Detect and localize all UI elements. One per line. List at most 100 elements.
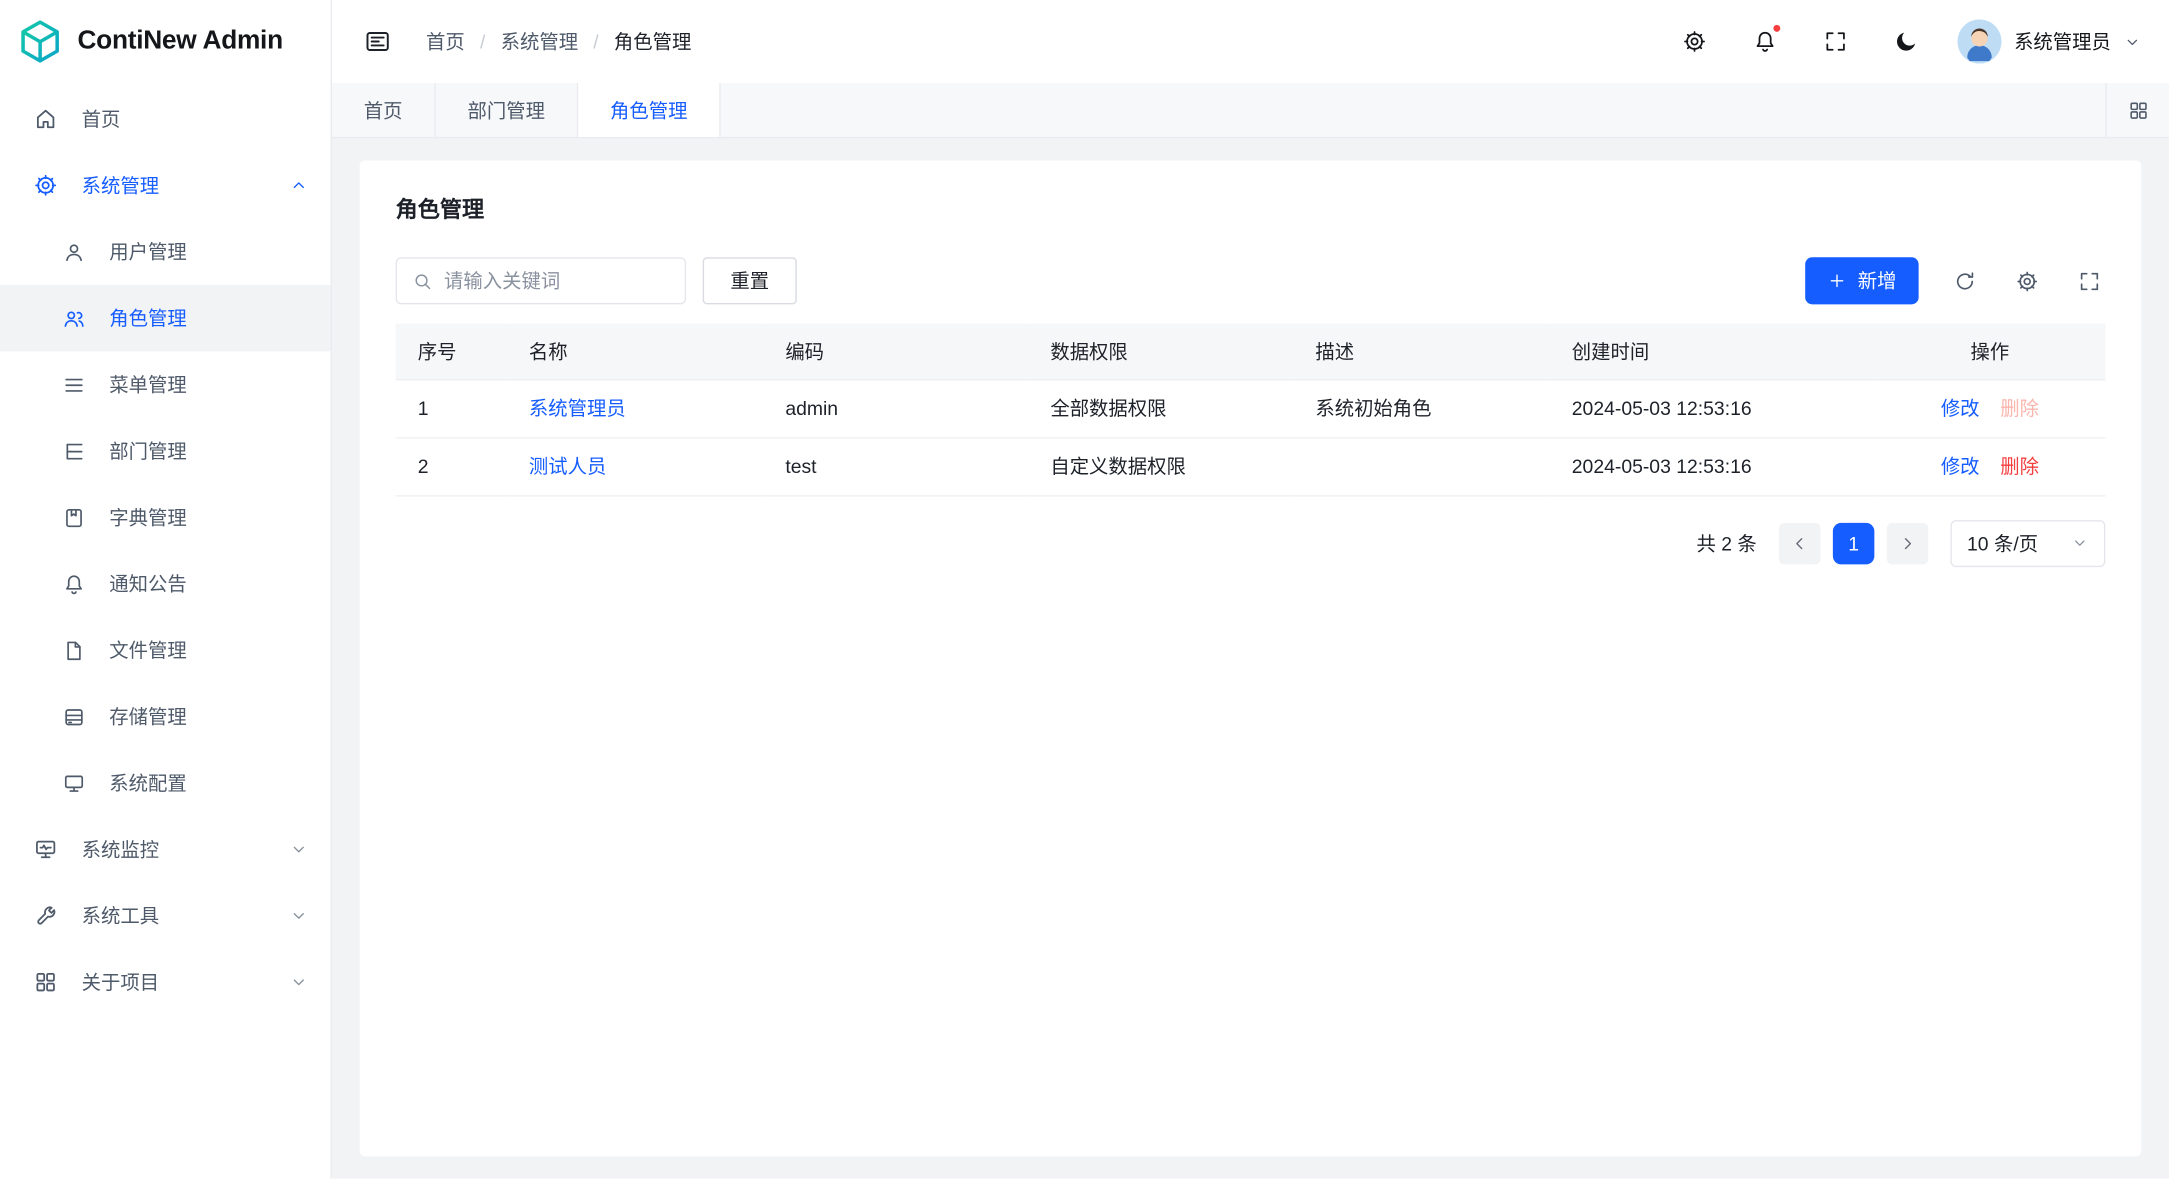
table-fullscreen-button[interactable]	[2072, 264, 2105, 297]
pagination-page-1[interactable]: 1	[1833, 522, 1874, 563]
settings-button[interactable]	[1675, 22, 1714, 61]
user-name: 系统管理员	[2014, 28, 2111, 56]
chevron-right-icon	[1898, 533, 1917, 552]
search-input[interactable]	[444, 270, 669, 292]
sidebar-section-label: 系统工具	[82, 902, 159, 930]
sidebar: ContiNew Admin 首页 系统管理 用户管理 角色管理	[0, 0, 332, 1179]
column-header-data-scope: 数据权限	[1028, 324, 1293, 379]
sidebar-item-user-management[interactable]: 用户管理	[0, 219, 331, 285]
moon-icon	[1894, 29, 1919, 54]
refresh-icon	[1953, 269, 1977, 293]
sidebar-collapse-button[interactable]	[354, 18, 401, 65]
tab-label: 首页	[364, 96, 403, 124]
edit-link[interactable]: 修改	[1941, 397, 1980, 419]
sidebar-item-label: 部门管理	[109, 437, 186, 465]
cell-code: admin	[763, 379, 1028, 437]
fullscreen-button[interactable]	[1816, 22, 1855, 61]
cell-index: 2	[396, 437, 507, 495]
reset-button[interactable]: 重置	[703, 257, 797, 304]
page-size-value: 10 条/页	[1967, 529, 2038, 557]
cell-created-time: 2024-05-03 12:53:16	[1550, 379, 1875, 437]
column-header-description: 描述	[1293, 324, 1549, 379]
sidebar-item-storage-management[interactable]: 存储管理	[0, 683, 331, 749]
delete-link-disabled: 删除	[2000, 397, 2039, 419]
tab-bar: 首页 部门管理 角色管理	[332, 83, 2169, 138]
cell-code: test	[763, 437, 1028, 495]
add-button[interactable]: 新增	[1805, 257, 1918, 304]
sidebar-section-system-management[interactable]: 系统管理	[0, 152, 331, 218]
pagination-prev-button[interactable]	[1779, 522, 1820, 563]
avatar	[1957, 19, 2001, 63]
sidebar-item-department-management[interactable]: 部门管理	[0, 418, 331, 484]
sidebar-item-role-management[interactable]: 角色管理	[0, 285, 331, 351]
grid-icon	[33, 970, 58, 995]
fullscreen-icon	[2077, 269, 2101, 293]
fullscreen-icon	[1823, 29, 1848, 54]
sidebar-section-system-monitor[interactable]: 系统监控	[0, 816, 331, 882]
wrench-icon	[33, 903, 58, 928]
notifications-button[interactable]	[1746, 22, 1785, 61]
gear-icon	[33, 173, 58, 198]
sidebar-section-system-tools[interactable]: 系统工具	[0, 883, 331, 949]
table-settings-button[interactable]	[2010, 264, 2043, 297]
role-name-link[interactable]: 系统管理员	[529, 397, 626, 419]
sidebar-item-dictionary-management[interactable]: 字典管理	[0, 484, 331, 550]
list-icon	[62, 373, 86, 397]
chevron-down-icon	[2123, 33, 2141, 51]
delete-link[interactable]: 删除	[2000, 455, 2039, 477]
breadcrumb-item-role: 角色管理	[614, 28, 691, 56]
theme-toggle-button[interactable]	[1887, 22, 1926, 61]
sidebar-item-label: 存储管理	[109, 703, 186, 731]
sidebar-item-label: 通知公告	[109, 570, 186, 598]
table-toolbar: 重置 新增	[396, 257, 2106, 304]
breadcrumb-item-system[interactable]: 系统管理	[501, 28, 578, 56]
tab-label: 部门管理	[468, 96, 545, 124]
sidebar-item-notice[interactable]: 通知公告	[0, 551, 331, 617]
sidebar-section-about-project[interactable]: 关于项目	[0, 949, 331, 1015]
pagination-next-button[interactable]	[1887, 522, 1928, 563]
grid-icon	[2127, 99, 2149, 121]
tabs-menu-button[interactable]	[2105, 83, 2169, 137]
sidebar-item-label: 首页	[82, 105, 121, 133]
sidebar-item-label: 字典管理	[109, 504, 186, 532]
sidebar-item-menu-management[interactable]: 菜单管理	[0, 351, 331, 417]
breadcrumb-separator: /	[480, 30, 485, 52]
topbar-actions: 系统管理员	[1675, 19, 2141, 63]
main-column: 首页 / 系统管理 / 角色管理	[332, 0, 2169, 1179]
logo: ContiNew Admin	[0, 0, 331, 83]
chevron-left-icon	[1790, 533, 1809, 552]
sidebar-item-home[interactable]: 首页	[0, 86, 331, 152]
tab-role-management[interactable]: 角色管理	[578, 83, 720, 137]
column-header-code: 编码	[763, 324, 1028, 379]
viewport: ContiNew Admin 首页 系统管理 用户管理 角色管理	[0, 0, 2169, 1179]
user-menu[interactable]: 系统管理员	[1957, 19, 2141, 63]
bell-icon	[62, 572, 86, 596]
column-header-actions: 操作	[1874, 324, 2105, 379]
role-management-card: 角色管理 重置 新增	[360, 160, 2142, 1156]
sidebar-section-label: 系统监控	[82, 836, 159, 864]
breadcrumb: 首页 / 系统管理 / 角色管理	[426, 28, 691, 56]
breadcrumb-item-home[interactable]: 首页	[426, 28, 465, 56]
add-button-label: 新增	[1858, 267, 1897, 295]
tab-home[interactable]: 首页	[332, 83, 436, 137]
cell-data-scope: 全部数据权限	[1028, 379, 1293, 437]
gear-icon	[2015, 269, 2039, 293]
role-name-link[interactable]: 测试人员	[529, 455, 606, 477]
plus-icon	[1827, 271, 1846, 290]
sidebar-item-system-config[interactable]: 系统配置	[0, 750, 331, 816]
sidebar-section-label: 系统管理	[82, 172, 159, 200]
role-table: 序号 名称 编码 数据权限 描述 创建时间 操作 1 系统管理员	[396, 324, 2106, 496]
tab-department-management[interactable]: 部门管理	[436, 83, 578, 137]
sidebar-item-file-management[interactable]: 文件管理	[0, 617, 331, 683]
monitor-icon	[62, 771, 86, 795]
column-header-name: 名称	[507, 324, 763, 379]
file-icon	[62, 638, 86, 662]
refresh-button[interactable]	[1948, 264, 1981, 297]
chevron-down-icon	[289, 840, 308, 859]
table-header-row: 序号 名称 编码 数据权限 描述 创建时间 操作	[396, 324, 2106, 379]
pagination: 共 2 条 1 10 条/页	[396, 519, 2106, 566]
page-size-select[interactable]: 10 条/页	[1950, 519, 2105, 566]
edit-link[interactable]: 修改	[1941, 455, 1980, 477]
toolbar-right: 新增	[1805, 257, 2105, 304]
search-icon	[412, 270, 433, 291]
